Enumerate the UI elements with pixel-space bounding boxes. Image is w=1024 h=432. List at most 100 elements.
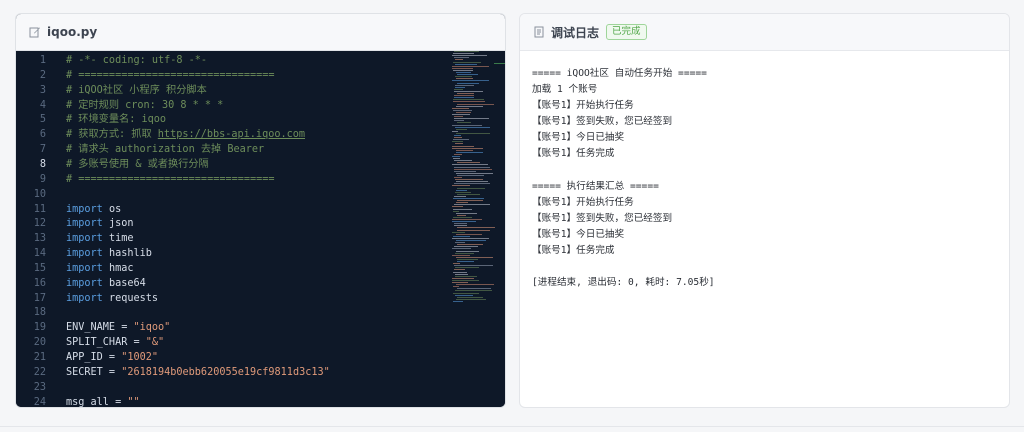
code-minimap[interactable] (452, 51, 495, 311)
minimap-stroke (452, 279, 479, 281)
code-token: requests (102, 292, 159, 304)
code-token: "1002" (121, 352, 159, 363)
code-line[interactable]: 15 import hmac (16, 261, 446, 276)
code-line[interactable]: 12 import json (16, 216, 446, 231)
log-line: 【账号1】任务完成 (532, 148, 615, 160)
code-line[interactable]: 4 # 定时规则 cron: 30 8 * * * (16, 98, 446, 113)
code-area[interactable]: 1 # -*- coding: utf-8 -*- 2 # =============… (16, 51, 505, 407)
minimap-stroke (457, 200, 483, 202)
code-token[interactable]: https://bbs-api.iqoo.com (158, 129, 305, 140)
minimap-stroke (457, 74, 478, 76)
code-token: hmac (102, 262, 134, 274)
code-line[interactable]: 17 import requests (16, 291, 446, 306)
minimap-stroke (453, 210, 459, 212)
line-text: # iQOO社区 小程序 积分脚本 (66, 83, 207, 98)
code-line[interactable]: 19 ENV_NAME = "iqoo" (16, 320, 446, 335)
code-line[interactable]: 16 import base64 (16, 276, 446, 291)
line-number: 12 (33, 218, 46, 230)
code-token: import (66, 277, 103, 289)
code-token: # ================================ (66, 173, 275, 185)
line-text: SPLIT_CHAR = "&" (66, 335, 164, 350)
code-token: # ================================ (66, 69, 275, 81)
minimap-stroke (455, 191, 471, 193)
minimap-stroke (455, 84, 474, 86)
minimap-stroke (452, 145, 474, 147)
code-line[interactable]: 18 (16, 305, 446, 320)
code-line[interactable]: 23 (16, 380, 446, 395)
code-line[interactable]: 6 # 获取方式: 抓取 https://bbs-api.iqoo.com (16, 127, 446, 142)
code-line[interactable]: 11 import os (16, 202, 446, 217)
log-line: ===== 执行结果汇总 ===== (532, 180, 659, 192)
minimap-stroke (453, 208, 472, 210)
code-line[interactable]: 3 # iQOO社区 小程序 积分脚本 (16, 83, 446, 98)
line-text: # ================================ (66, 172, 275, 187)
minimap-stroke (453, 271, 467, 273)
minimap-stroke (456, 151, 483, 153)
minimap-stroke (454, 88, 463, 90)
minimap-stroke (454, 223, 467, 225)
code-line[interactable]: 14 import hashlib (16, 246, 446, 261)
minimap-stroke (457, 296, 483, 298)
minimap-stroke (456, 128, 467, 130)
editor-filename: iqoo.py (47, 25, 98, 39)
code-line[interactable]: 13 import time (16, 231, 446, 246)
minimap-stroke (452, 67, 473, 69)
minimap-stroke (452, 237, 489, 239)
code-line[interactable]: 22 SECRET = "2618194b0ebb620055e19cf9811d… (16, 365, 446, 380)
minimap-stroke (457, 227, 495, 229)
minimap-stroke (456, 78, 473, 80)
minimap-stroke (457, 103, 494, 105)
minimap-stroke (452, 156, 460, 157)
minimap-stroke (455, 86, 465, 88)
code-line[interactable]: 8 # 多账号使用 & 或者换行分隔 (16, 157, 446, 172)
minimap-stroke (454, 57, 469, 59)
code-line[interactable]: 21 APP_ID = "1002" (16, 350, 446, 365)
minimap-stroke (452, 147, 483, 149)
line-number: 21 (33, 352, 46, 363)
line-text: # 多账号使用 & 或者换行分隔 (66, 157, 209, 172)
code-token: hashlib (102, 248, 152, 260)
line-number: 19 (33, 322, 46, 334)
minimap-stroke (455, 252, 474, 254)
code-token: "&" (145, 337, 165, 349)
code-token: # iQOO社区 小程序 积分脚本 (66, 84, 207, 96)
line-text: # 环境变量名: iqoo (66, 112, 166, 127)
log-title: 调试日志 (551, 25, 600, 40)
line-text: import time (66, 231, 133, 246)
minimap-stroke (454, 95, 474, 97)
minimap-stroke (454, 97, 474, 99)
minimap-stroke (452, 141, 463, 143)
minimap-stroke (456, 72, 471, 73)
log-line: 【账号1】今日已抽奖 (532, 132, 625, 144)
minimap-stroke (457, 261, 474, 262)
code-line[interactable]: 20 SPLIT_CHAR = "&" (16, 335, 446, 350)
minimap-stroke (453, 158, 460, 160)
minimap-stroke (454, 51, 479, 52)
code-token: # 环境变量名: iqoo (66, 114, 167, 126)
code-token: time (102, 233, 134, 245)
minimap-stroke (456, 250, 479, 252)
minimap-stroke (457, 229, 490, 231)
minimap-stroke (454, 153, 462, 155)
line-number: 3 (39, 84, 46, 96)
code-line[interactable]: 7 # 请求头 authorization 去掉 Bearer (16, 142, 446, 157)
code-line[interactable]: 1 # -*- coding: utf-8 -*- (16, 53, 446, 68)
code-token: import (66, 233, 103, 245)
code-token: SPLIT_CHAR = (66, 337, 146, 349)
code-token: SECRET = (66, 366, 122, 378)
code-line[interactable]: 10 (16, 187, 446, 202)
minimap-stroke (457, 187, 485, 189)
code-line[interactable]: 5 # 环境变量名: iqoo (16, 112, 446, 127)
code-token: "" (127, 396, 140, 407)
minimap-stroke (452, 206, 463, 208)
code-line[interactable]: 2 # ================================ (16, 68, 446, 83)
minimap-stroke (456, 105, 483, 107)
minimap-stroke (457, 193, 480, 195)
code-line[interactable]: 9 # ================================ (16, 172, 446, 187)
code-line[interactable]: 24 msg_all = "" (16, 395, 446, 407)
line-number: 13 (33, 233, 46, 245)
minimap-stroke (453, 139, 469, 141)
minimap-stroke (456, 149, 473, 151)
minimap-stroke (452, 164, 488, 166)
minimap-stroke (454, 166, 490, 168)
